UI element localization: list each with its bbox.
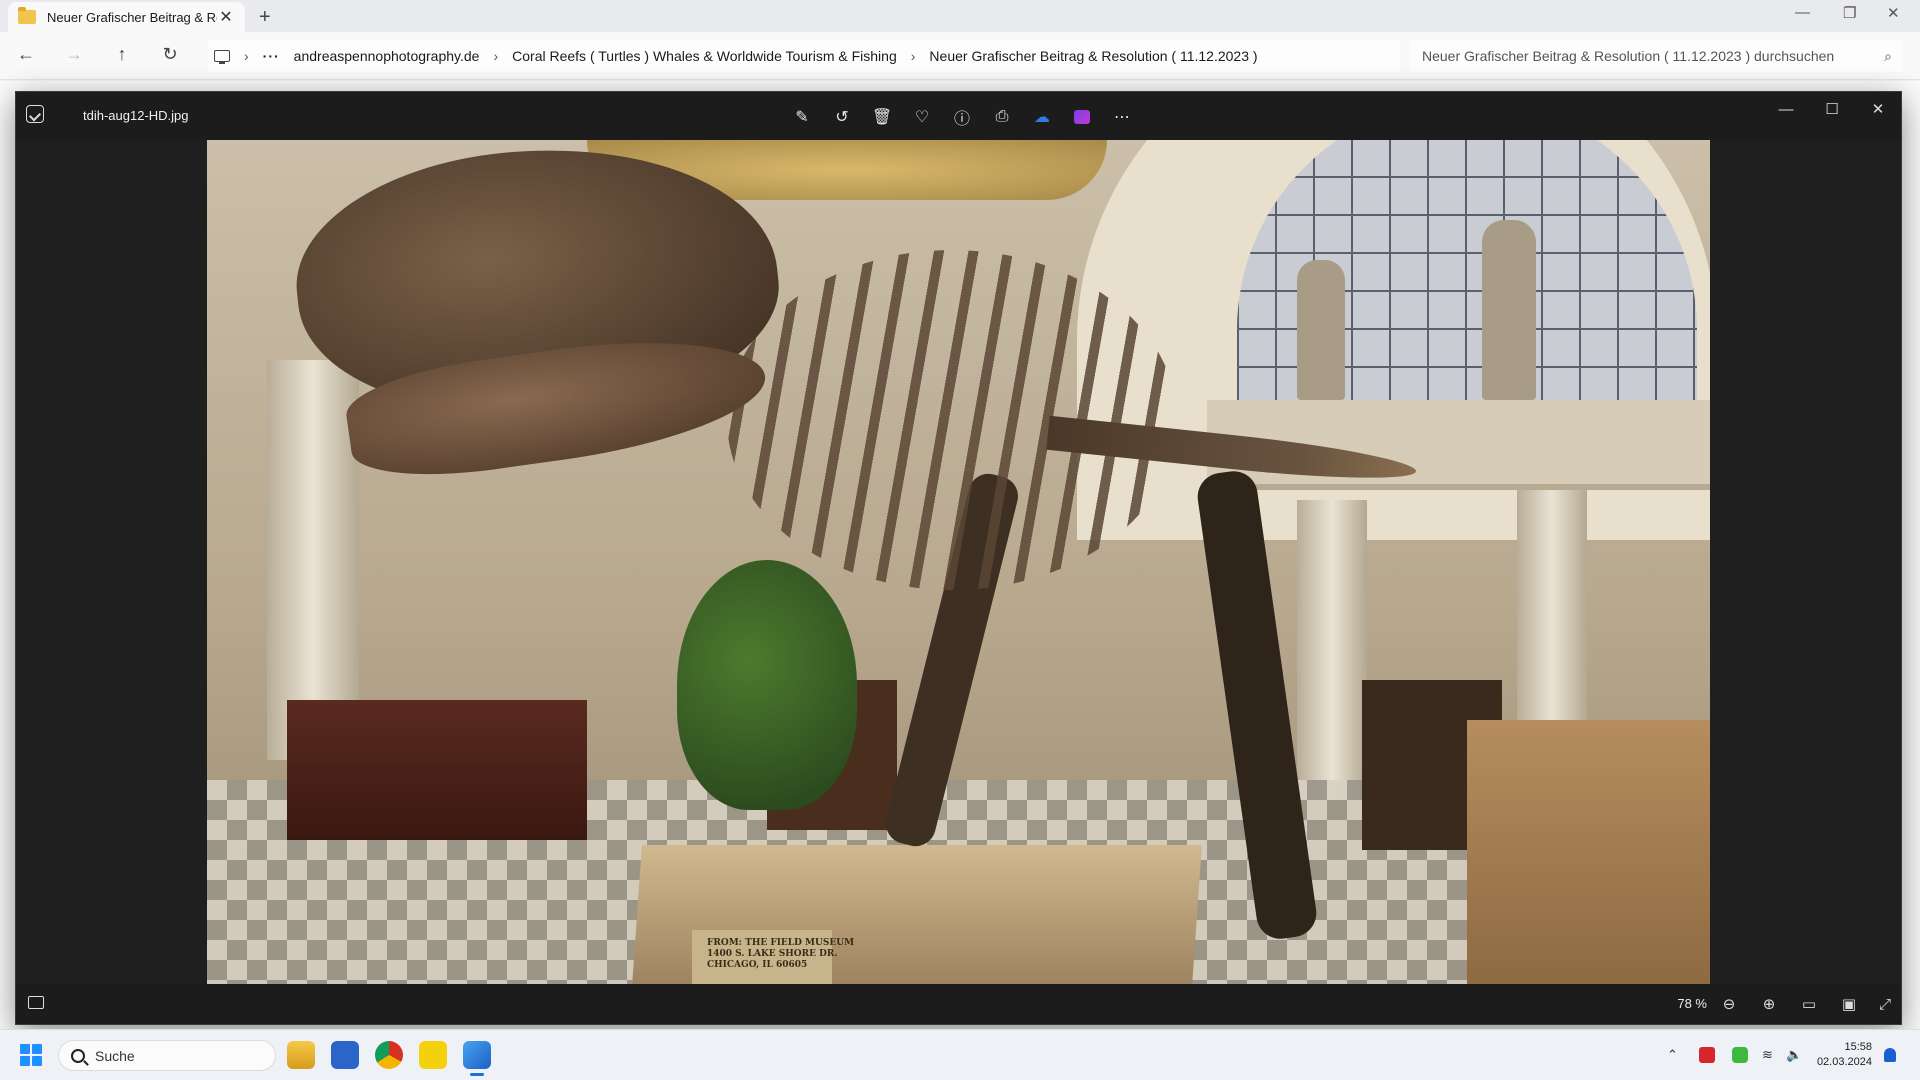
- photo-column: [1297, 500, 1367, 800]
- sign-line: 1400 S. LAKE SHORE DR.: [707, 949, 838, 959]
- photos-viewer-window: tdih-aug12-HD.jpg ✎ ↺ 🗑 ♡ ⓘ ⎙ ☁ ⋯ — ☐ ✕: [15, 91, 1902, 1025]
- security-icon[interactable]: [1732, 1047, 1748, 1063]
- clipchamp-icon[interactable]: [1069, 104, 1095, 130]
- info-icon[interactable]: ⓘ: [949, 104, 975, 130]
- breadcrumb-item[interactable]: andreaspennophotography.de: [294, 48, 480, 64]
- photo-shop: [287, 700, 587, 840]
- filmstrip-icon[interactable]: [28, 996, 44, 1009]
- this-pc-icon[interactable]: [214, 50, 230, 64]
- tray-app-icon[interactable]: [1699, 1047, 1715, 1063]
- back-icon[interactable]: ←: [14, 44, 38, 65]
- chrome-icon[interactable]: [375, 1041, 403, 1069]
- photos-app-icon: [26, 105, 44, 123]
- search-icon: ⌕: [1884, 47, 1892, 64]
- refresh-icon[interactable]: ↻: [158, 44, 182, 65]
- viewer-toolbar: ✎ ↺ 🗑 ♡ ⓘ ⎙ ☁ ⋯: [789, 104, 1135, 130]
- forward-icon[interactable]: →: [62, 44, 86, 65]
- actual-size-icon[interactable]: ▣: [1839, 994, 1859, 1014]
- chevron-right-icon: ›: [910, 48, 916, 64]
- explorer-tab-strip: Neuer Grafischer Beitrag & Re ✕ + — ❐ ✕: [0, 0, 1920, 32]
- search-icon: [71, 1048, 85, 1063]
- close-tab-icon[interactable]: ✕: [217, 7, 235, 27]
- close-icon[interactable]: ✕: [1887, 4, 1900, 22]
- taskbar-search-label: Suche: [95, 1047, 135, 1064]
- notification-bell-icon[interactable]: [1884, 1048, 1896, 1062]
- up-icon[interactable]: ↑: [110, 44, 134, 65]
- folder-icon: [18, 7, 36, 24]
- breadcrumb-item[interactable]: Coral Reefs ( Turtles ) Whales & Worldwi…: [512, 48, 897, 64]
- breadcrumb-item[interactable]: Neuer Grafischer Beitrag & Resolution ( …: [929, 48, 1257, 64]
- viewer-window-controls: — ☐ ✕: [1763, 92, 1901, 126]
- clock-date: 02.03.2024: [1816, 1056, 1872, 1068]
- delete-icon[interactable]: 🗑: [869, 104, 895, 130]
- breadcrumb[interactable]: › ··· andreaspennophotography.de › Coral…: [208, 40, 1400, 72]
- fullscreen-icon[interactable]: ⤢: [1875, 994, 1895, 1014]
- photo-statue: [1297, 260, 1345, 400]
- photo-skeleton-ribs: [727, 250, 1177, 590]
- zoom-in-icon[interactable]: ⊕: [1759, 994, 1779, 1014]
- tab-title: Neuer Grafischer Beitrag & Re: [47, 9, 217, 25]
- chevron-right-icon: ›: [493, 48, 499, 64]
- more-icon[interactable]: ⋯: [1109, 104, 1135, 130]
- minimize-icon[interactable]: —: [1795, 4, 1810, 21]
- chevron-right-icon: ›: [244, 48, 249, 64]
- viewer-titlebar: tdih-aug12-HD.jpg ✎ ↺ 🗑 ♡ ⓘ ⎙ ☁ ⋯ — ☐ ✕: [16, 92, 1901, 140]
- microsoft-store-icon[interactable]: [331, 1041, 359, 1069]
- player-icon[interactable]: [419, 1041, 447, 1069]
- fit-to-window-icon[interactable]: ▭: [1799, 994, 1819, 1014]
- viewer-minimize-icon[interactable]: —: [1763, 92, 1809, 126]
- zoom-out-icon[interactable]: ⊖: [1719, 994, 1739, 1014]
- viewer-filename: tdih-aug12-HD.jpg: [83, 108, 189, 123]
- sign-line: FROM: THE FIELD MUSEUM: [707, 938, 855, 948]
- viewer-maximize-icon[interactable]: ☐: [1809, 92, 1855, 126]
- breadcrumb-overflow[interactable]: ···: [263, 48, 280, 64]
- explorer-search-input[interactable]: Neuer Grafischer Beitrag & Resolution ( …: [1410, 40, 1902, 72]
- favorite-icon[interactable]: ♡: [909, 104, 935, 130]
- photo-image[interactable]: FROM: THE FIELD MUSEUM 1400 S. LAKE SHOR…: [207, 140, 1710, 986]
- photo-sign-text: FROM: THE FIELD MUSEUM 1400 S. LAKE SHOR…: [707, 938, 854, 971]
- show-hidden-icons-icon[interactable]: ⌃: [1667, 1047, 1678, 1063]
- zoom-level: 78 %: [1677, 996, 1707, 1011]
- sign-line: CHICAGO, IL 60605: [707, 960, 808, 970]
- photos-app-icon[interactable]: [463, 1041, 491, 1076]
- new-tab-button[interactable]: +: [259, 6, 271, 29]
- wifi-icon[interactable]: ≋: [1762, 1047, 1773, 1063]
- photo-crate: [1467, 720, 1710, 986]
- viewer-close-icon[interactable]: ✕: [1855, 92, 1901, 126]
- edit-icon[interactable]: ✎: [789, 104, 815, 130]
- explorer-tab[interactable]: Neuer Grafischer Beitrag & Re ✕: [8, 2, 245, 32]
- print-icon[interactable]: ⎙: [989, 104, 1015, 130]
- restore-icon[interactable]: ❐: [1843, 4, 1856, 22]
- photo-tree: [677, 560, 857, 810]
- search-placeholder: Neuer Grafischer Beitrag & Resolution ( …: [1422, 48, 1835, 64]
- volume-icon[interactable]: 🔈: [1786, 1047, 1802, 1063]
- rotate-icon[interactable]: ↺: [829, 104, 855, 130]
- clock[interactable]: 15:58 02.03.2024: [1812, 1040, 1872, 1070]
- explorer-address-bar: ← → ↑ ↻ › ··· andreaspennophotography.de…: [0, 32, 1920, 80]
- clock-time: 15:58: [1844, 1041, 1872, 1053]
- onedrive-icon[interactable]: ☁: [1029, 104, 1055, 130]
- taskbar-search[interactable]: Suche: [58, 1040, 276, 1071]
- file-explorer-icon[interactable]: [287, 1041, 315, 1069]
- viewer-bottom-bar: 78 % ⊖ ⊕ ▭ ▣ ⤢: [16, 984, 1901, 1024]
- photo-statue: [1482, 220, 1536, 400]
- start-button[interactable]: [20, 1044, 42, 1066]
